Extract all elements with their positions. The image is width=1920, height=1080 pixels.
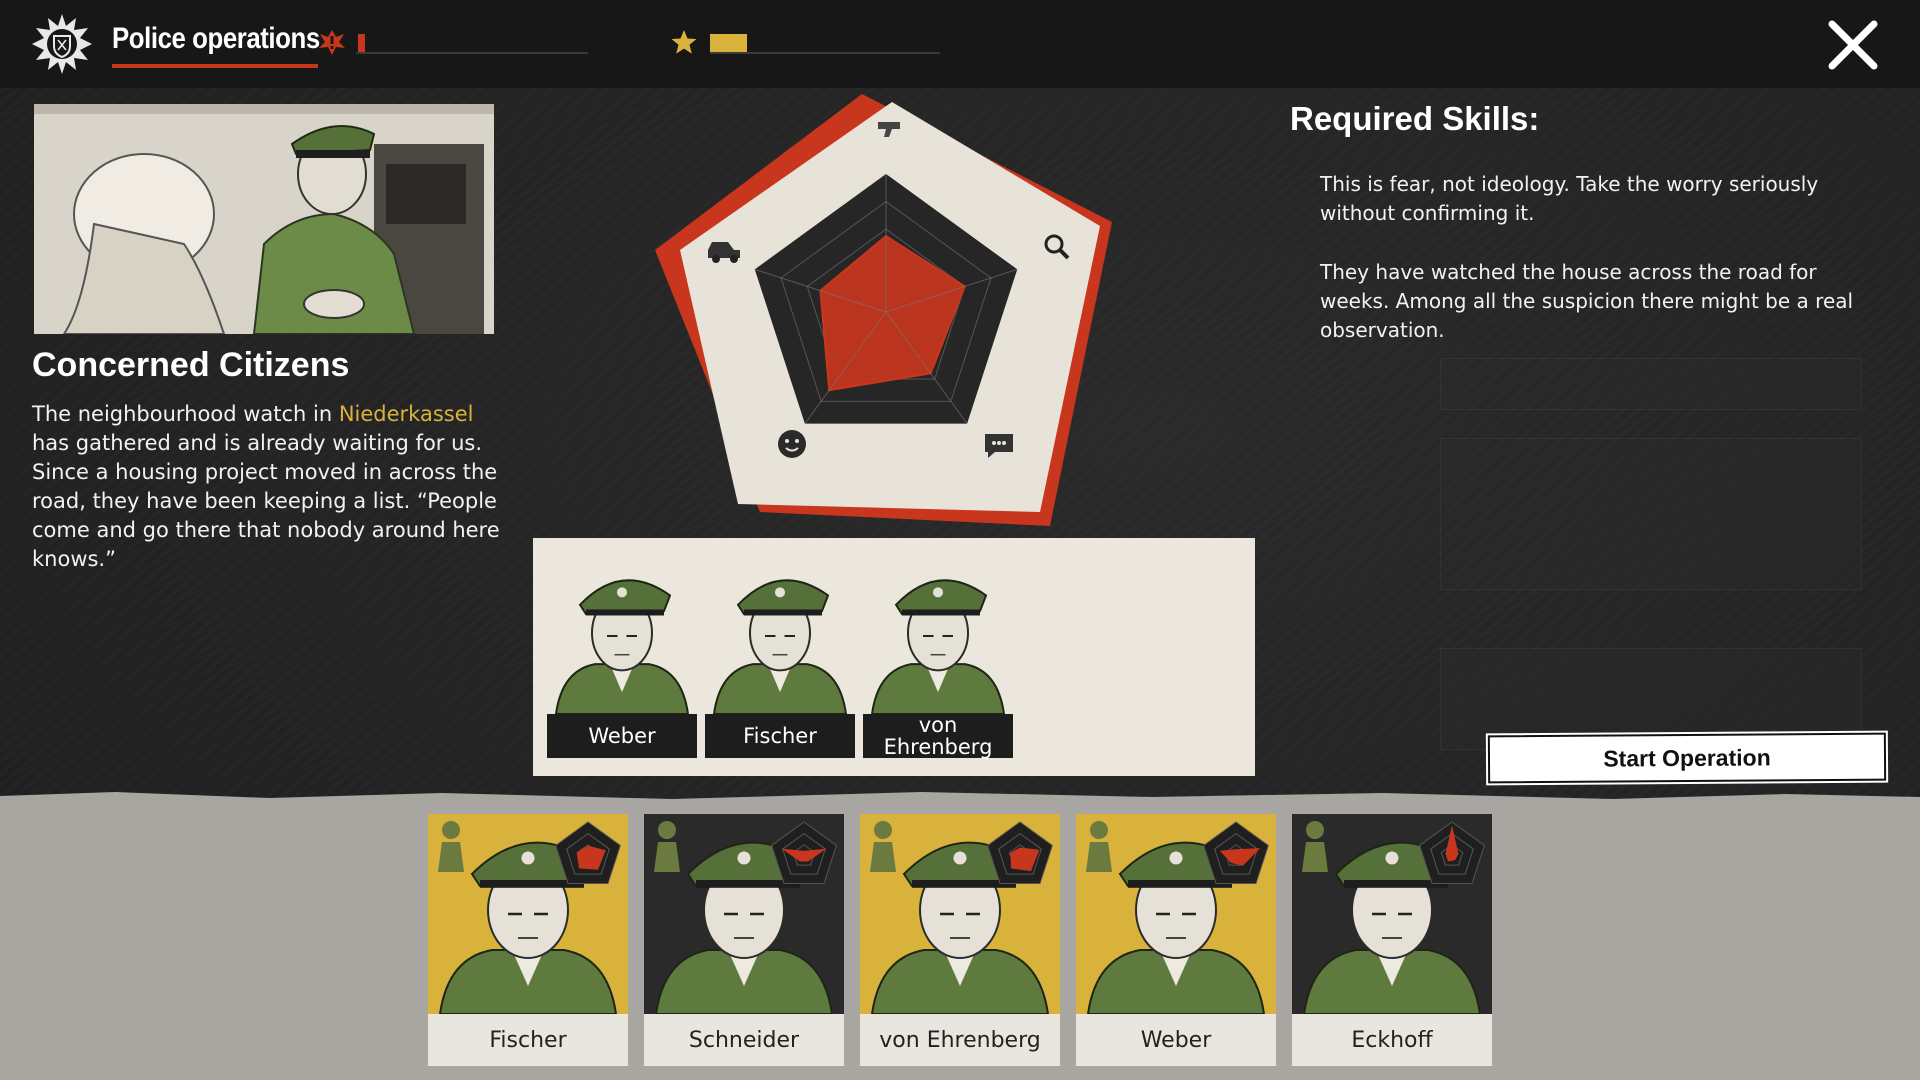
case-illustration xyxy=(34,104,494,334)
team-slot[interactable]: von Ehrenberg xyxy=(863,558,1013,758)
fear-meter-fill xyxy=(358,34,365,52)
mini-skill-radar xyxy=(1419,821,1485,885)
officer-name: von Ehrenberg xyxy=(860,1014,1060,1066)
team-member-name: Weber xyxy=(547,714,697,758)
background-notes-decoration xyxy=(1440,358,1862,778)
team-member-name: Fischer xyxy=(705,714,855,758)
citizens-illustration-image xyxy=(34,104,494,334)
pawn-icon xyxy=(1302,821,1328,872)
officer-name: Eckhoff xyxy=(1292,1014,1492,1066)
roster-card-von-ehrenberg[interactable]: von Ehrenberg xyxy=(860,814,1060,1066)
star-icon xyxy=(671,30,697,54)
reputation-meter xyxy=(710,34,940,54)
start-operation-button[interactable]: Start Operation xyxy=(1487,732,1887,784)
roster-card-schneider[interactable]: Schneider xyxy=(644,814,844,1066)
officer-portrait xyxy=(547,558,697,714)
reputation-meter-fill xyxy=(710,34,747,52)
close-button[interactable] xyxy=(1826,18,1880,72)
roster-card-fischer[interactable]: Fischer xyxy=(428,814,628,1066)
alert-icon xyxy=(319,30,345,55)
officer-name: Schneider xyxy=(644,1014,844,1066)
fear-meter xyxy=(356,34,588,54)
required-skills-radar xyxy=(655,94,1112,526)
pawn-icon xyxy=(438,821,464,872)
team-slot[interactable]: Fischer xyxy=(705,558,855,758)
officer-name: Fischer xyxy=(428,1014,628,1066)
mini-skill-radar xyxy=(555,821,621,885)
case-description-start: The neighbourhood watch in xyxy=(32,402,339,426)
location-highlight: Niederkassel xyxy=(338,402,474,426)
mini-skill-radar xyxy=(771,821,837,885)
roster-card-eckhoff[interactable]: Eckhoff xyxy=(1292,814,1492,1066)
police-emblem-icon xyxy=(32,14,92,74)
page-title: Police operations xyxy=(112,22,320,55)
face-icon xyxy=(778,430,806,458)
team-member-name: von Ehrenberg xyxy=(863,714,1013,758)
case-description: The neighbourhood watch in Niederkassel … xyxy=(32,400,502,574)
required-skills-title: Required Skills: xyxy=(1290,100,1540,137)
officer-name: Weber xyxy=(1076,1014,1276,1066)
pawn-icon xyxy=(654,821,680,872)
pawn-icon xyxy=(1086,821,1112,872)
assigned-team-panel: Weber Fischer von Ehrenberg xyxy=(533,538,1255,776)
skills-paragraph-2: They have watched the house across the r… xyxy=(1320,260,1854,342)
mini-skill-radar xyxy=(987,821,1053,885)
skills-paragraph-1: This is fear, not ideology. Take the wor… xyxy=(1320,172,1819,225)
case-title: Concerned Citizens xyxy=(32,346,350,384)
officer-portrait xyxy=(863,558,1013,714)
title-underline xyxy=(112,64,318,68)
pawn-icon xyxy=(870,821,896,872)
officer-portrait xyxy=(705,558,855,714)
case-description-end: has gathered and is already waiting for … xyxy=(32,431,500,571)
roster-card-weber[interactable]: Weber xyxy=(1076,814,1276,1066)
mini-skill-radar xyxy=(1203,821,1269,885)
team-slot[interactable]: Weber xyxy=(547,558,697,758)
top-bar: Police operations xyxy=(0,0,1920,88)
